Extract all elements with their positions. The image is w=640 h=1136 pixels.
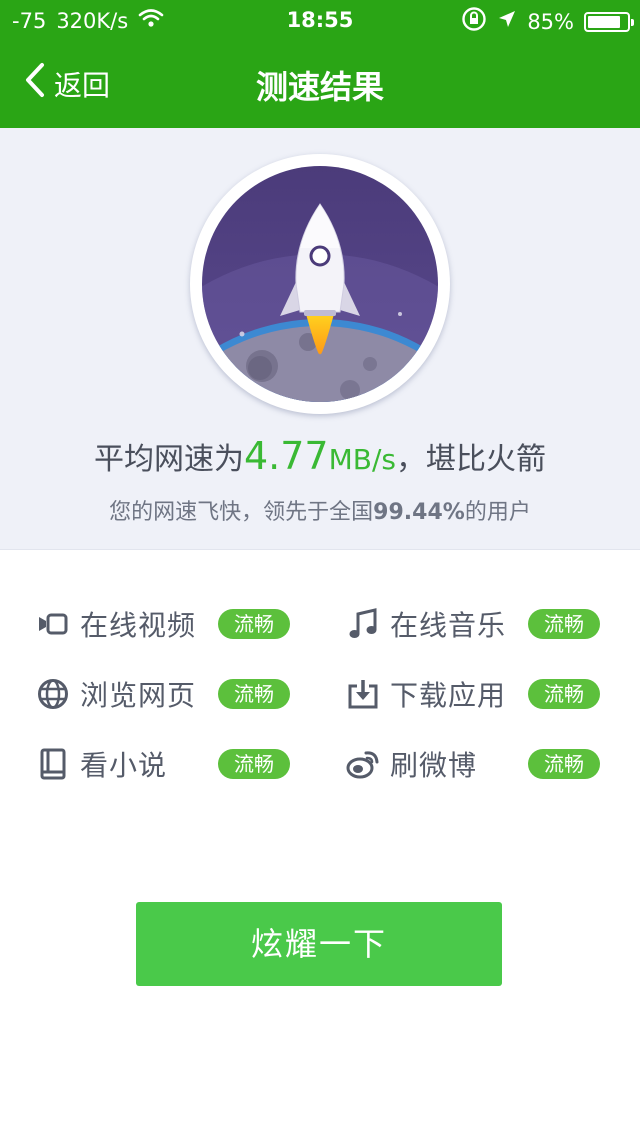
- speed-value: 4.77: [244, 434, 329, 478]
- battery-percent: 85%: [527, 9, 574, 34]
- activity-label: 在线视频: [80, 609, 197, 642]
- status-badge: 流畅: [528, 749, 600, 779]
- weibo-icon: [346, 747, 380, 781]
- battery-level: [588, 15, 621, 28]
- book-icon: [36, 747, 70, 781]
- activity-read-novels: 看小说: [36, 742, 167, 786]
- ranking-percentile: 99.44%: [373, 500, 465, 525]
- speed-summary: 平均网速为4.77MB/s，堪比火箭: [0, 434, 640, 478]
- status-badge: 流畅: [218, 749, 290, 779]
- speed-suffix: ，堪比火箭: [396, 442, 546, 477]
- ranking-summary: 您的网速飞快，领先于全国99.44%的用户: [0, 494, 640, 526]
- activity-label: 看小说: [80, 749, 168, 782]
- status-badge: 流畅: [218, 609, 290, 639]
- location-arrow-icon: [497, 9, 517, 34]
- activity-label: 在线音乐: [390, 609, 507, 642]
- speed-unit: MB/s: [328, 443, 396, 476]
- app-header: -75 320K/s 18:55 85% 返回 测速结果: [0, 0, 640, 128]
- nav-bar: 返回 测速结果: [0, 40, 640, 128]
- page-title: 测速结果: [255, 68, 384, 106]
- result-panel: 平均网速为4.77MB/s，堪比火箭 您的网速飞快，领先于全国99.44%的用户: [0, 128, 640, 550]
- activity-online-music: 在线音乐: [346, 602, 506, 646]
- speed-prefix: 平均网速为: [94, 442, 244, 477]
- status-badge: 流畅: [528, 609, 600, 639]
- rocket-badge: [190, 154, 450, 414]
- activity-online-video: 在线视频: [36, 602, 196, 646]
- ranking-suffix: 的用户: [464, 500, 531, 525]
- video-icon: [36, 607, 70, 641]
- globe-icon: [36, 677, 70, 711]
- rocket-icon: [202, 166, 438, 402]
- activity-browse-web: 浏览网页: [36, 672, 196, 716]
- show-off-button[interactable]: 炫耀一下: [136, 902, 502, 986]
- activity-browse-weibo: 刷微博: [346, 742, 477, 786]
- music-note-icon: [346, 607, 380, 641]
- status-badge: 流畅: [528, 679, 600, 709]
- activity-label: 下载应用: [390, 679, 507, 712]
- status-right: 85%: [461, 6, 634, 37]
- activity-label: 刷微博: [390, 749, 478, 782]
- activity-label: 浏览网页: [80, 679, 197, 712]
- activity-download-apps: 下载应用: [346, 672, 506, 716]
- rotation-lock-icon: [461, 6, 487, 37]
- status-badge: 流畅: [218, 679, 290, 709]
- download-icon: [346, 677, 380, 711]
- status-bar: -75 320K/s 18:55 85%: [0, 0, 640, 40]
- ranking-prefix: 您的网速飞快，领先于全国: [109, 500, 374, 525]
- battery-icon: [584, 11, 634, 32]
